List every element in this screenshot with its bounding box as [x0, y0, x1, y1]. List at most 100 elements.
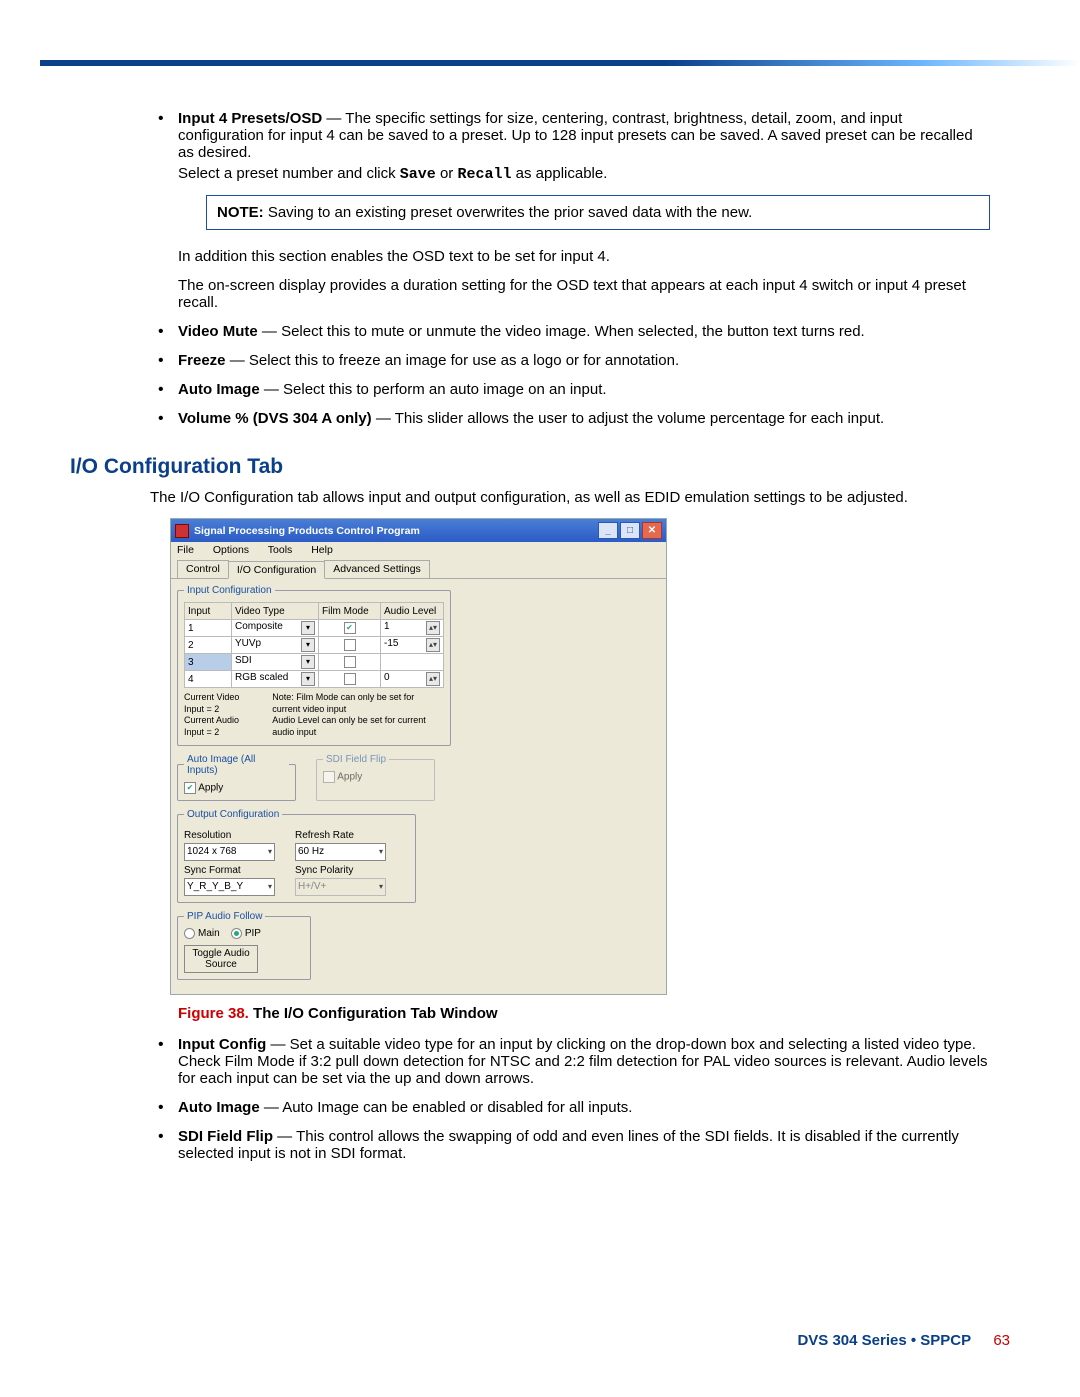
page-number: 63: [993, 1332, 1010, 1349]
input-config-group: Input Configuration Input Video Type Fil…: [177, 585, 451, 746]
input-config-legend: Input Configuration: [184, 585, 275, 596]
apply-label: Apply: [198, 782, 223, 793]
audio-level-spinner[interactable]: 0▴▾: [381, 671, 444, 688]
menubar: File Options Tools Help: [171, 542, 666, 558]
apply-label: Apply: [337, 771, 362, 782]
auto-image-checkbox[interactable]: [184, 782, 196, 794]
input-notes: Current Video Input = 2 Current Audio In…: [184, 692, 444, 739]
pip-radio[interactable]: [231, 928, 242, 939]
tabs: Control I/O Configuration Advanced Setti…: [171, 558, 666, 579]
auto-image-group: Auto Image (All Inputs) Apply: [177, 754, 296, 801]
bottom-bullets: Input Config — Set a suitable video type…: [150, 1036, 990, 1162]
bullet-freeze: Freeze — Select this to freeze an image …: [150, 352, 990, 369]
main-content: Input 4 Presets/OSD — The specific setti…: [150, 110, 990, 1162]
bullet-input4: Input 4 Presets/OSD — The specific setti…: [150, 110, 990, 311]
film-mode-checkbox[interactable]: [319, 637, 381, 654]
app-window: Signal Processing Products Control Progr…: [170, 518, 667, 995]
pip-legend: PIP Audio Follow: [184, 911, 265, 922]
chevron-down-icon: ▾: [301, 621, 315, 635]
refresh-label: Refresh Rate: [295, 830, 386, 841]
table-row: 3 SDI▾: [185, 654, 444, 671]
note-label: NOTE:: [217, 204, 264, 221]
video-type-select[interactable]: Composite▾: [232, 620, 319, 637]
preset-prefix: Select a preset number and click: [178, 165, 400, 182]
menu-tools[interactable]: Tools: [268, 544, 293, 556]
window-title: Signal Processing Products Control Progr…: [194, 525, 420, 537]
output-config-group: Output Configuration Resolution 1024 x 7…: [177, 809, 416, 903]
sdi-flip-checkbox: [323, 771, 335, 783]
note-text: Saving to an existing preset overwrites …: [264, 204, 753, 221]
section-heading: I/O Configuration Tab: [70, 455, 990, 479]
preset-or: or: [436, 165, 458, 182]
audio-level-spinner[interactable]: [381, 654, 444, 671]
chevron-down-icon: ▾: [379, 882, 383, 891]
sync-format-select[interactable]: Y_R_Y_B_Y▾: [184, 878, 275, 896]
chevron-down-icon: ▾: [301, 638, 315, 652]
section-intro: The I/O Configuration tab allows input a…: [150, 489, 990, 506]
hdr-film-mode: Film Mode: [319, 603, 381, 620]
bullet-auto-image2: Auto Image — Auto Image can be enabled o…: [150, 1099, 990, 1116]
pip-group: PIP Audio Follow Main PIP Toggle Audio S…: [177, 911, 311, 980]
sync-polarity-select: H+/V+▾: [295, 878, 386, 896]
chevron-down-icon: ▾: [301, 655, 315, 669]
top-gradient: [40, 60, 1080, 66]
menu-help[interactable]: Help: [311, 544, 333, 556]
table-row: 1 Composite▾ 1▴▾: [185, 620, 444, 637]
input-config-table: Input Video Type Film Mode Audio Level 1…: [184, 602, 444, 688]
audio-level-spinner[interactable]: 1▴▾: [381, 620, 444, 637]
tab-control[interactable]: Control: [177, 560, 229, 578]
tab-content: Input Configuration Input Video Type Fil…: [171, 579, 666, 994]
hdr-audio-level: Audio Level: [381, 603, 444, 620]
page-footer: DVS 304 Series • SPPCP 63: [797, 1332, 1010, 1349]
bullet-volume: Volume % (DVS 304 A only) — This slider …: [150, 410, 990, 427]
close-button[interactable]: ✕: [642, 522, 662, 539]
video-type-select[interactable]: RGB scaled▾: [232, 671, 319, 688]
chevron-down-icon: ▾: [301, 672, 315, 686]
footer-label: DVS 304 Series • SPPCP: [797, 1332, 971, 1349]
sdi-flip-legend: SDI Field Flip: [323, 754, 389, 765]
app-icon: [175, 524, 189, 538]
hdr-input: Input: [185, 603, 232, 620]
film-mode-checkbox[interactable]: [319, 671, 381, 688]
video-type-select[interactable]: SDI▾: [232, 654, 319, 671]
maximize-button[interactable]: □: [620, 522, 640, 539]
recall-keyword: Recall: [457, 166, 511, 183]
table-row: 4 RGB scaled▾ 0▴▾: [185, 671, 444, 688]
tab-io-config[interactable]: I/O Configuration: [228, 561, 325, 579]
tab-advanced[interactable]: Advanced Settings: [324, 560, 430, 578]
figure-caption: Figure 38. The I/O Configuration Tab Win…: [178, 1005, 990, 1022]
sync-polarity-label: Sync Polarity: [295, 865, 386, 876]
sdi-flip-group: SDI Field Flip Apply: [316, 754, 435, 801]
film-mode-checkbox[interactable]: [319, 654, 381, 671]
osd-p1: In addition this section enables the OSD…: [178, 248, 990, 265]
figure-text: The I/O Configuration Tab Window: [253, 1005, 498, 1022]
menu-file[interactable]: File: [177, 544, 194, 556]
save-keyword: Save: [400, 166, 436, 183]
main-radio[interactable]: [184, 928, 195, 939]
film-mode-checkbox[interactable]: [319, 620, 381, 637]
osd-p2: The on-screen display provides a duratio…: [178, 277, 990, 311]
titlebar: Signal Processing Products Control Progr…: [171, 519, 666, 542]
chevron-down-icon: ▾: [268, 847, 272, 856]
bullet-label: Input 4 Presets/OSD: [178, 110, 322, 127]
refresh-select[interactable]: 60 Hz▾: [295, 843, 386, 861]
minimize-button[interactable]: _: [598, 522, 618, 539]
table-row: 2 YUVp▾ -15▴▾: [185, 637, 444, 654]
figure-label: Figure 38.: [178, 1005, 253, 1022]
audio-level-spinner[interactable]: -15▴▾: [381, 637, 444, 654]
video-type-select[interactable]: YUVp▾: [232, 637, 319, 654]
resolution-label: Resolution: [184, 830, 275, 841]
preset-suffix: as applicable.: [512, 165, 608, 182]
bullet-input-config: Input Config — Set a suitable video type…: [150, 1036, 990, 1087]
output-config-legend: Output Configuration: [184, 809, 282, 820]
resolution-select[interactable]: 1024 x 768▾: [184, 843, 275, 861]
chevron-down-icon: ▾: [379, 847, 383, 856]
hdr-video-type: Video Type: [232, 603, 319, 620]
chevron-down-icon: ▾: [268, 882, 272, 891]
menu-options[interactable]: Options: [213, 544, 249, 556]
note-box: NOTE: Saving to an existing preset overw…: [206, 195, 990, 230]
top-bullets: Input 4 Presets/OSD — The specific setti…: [150, 110, 990, 427]
toggle-audio-button[interactable]: Toggle Audio Source: [184, 945, 258, 973]
sync-format-label: Sync Format: [184, 865, 275, 876]
bullet-video-mute: Video Mute — Select this to mute or unmu…: [150, 323, 990, 340]
